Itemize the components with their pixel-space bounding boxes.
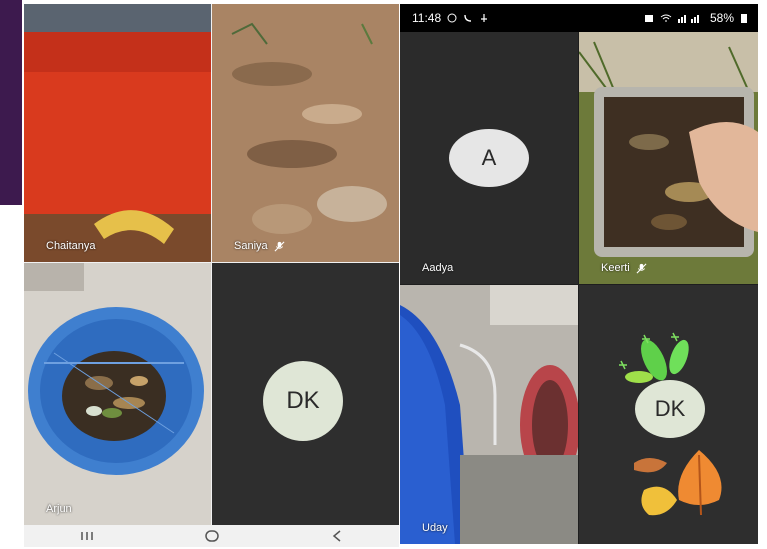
video-feed-blue-bucket — [24, 263, 211, 525]
avatar: A — [449, 129, 529, 187]
status-time: 11:48 — [412, 11, 442, 25]
recent-apps-button[interactable] — [67, 527, 107, 545]
android-nav-bar — [24, 525, 399, 547]
battery-percent: 58% — [709, 11, 734, 25]
back-button[interactable] — [317, 527, 357, 545]
signal-icon — [677, 15, 699, 23]
participant-name: Arjun — [46, 503, 72, 515]
video-call-screen-left: Chaitanya Saniya Arjun DK — [24, 4, 399, 547]
slide-accent-bar — [0, 0, 22, 205]
participant-tile-dk[interactable]: DK — [579, 285, 758, 544]
video-feed-red-bucket — [24, 4, 211, 262]
participant-name: Keerti — [601, 262, 647, 274]
participant-tile-saniya[interactable]: Saniya — [212, 4, 399, 262]
participant-name: Uday — [422, 522, 448, 534]
wifi-icon — [660, 14, 672, 22]
participant-name: Saniya — [234, 240, 285, 252]
video-feed-compost-tray — [579, 32, 758, 284]
autumn-leaf-sticker-icon — [634, 450, 722, 516]
avatar: DK — [635, 380, 705, 438]
home-button[interactable] — [192, 527, 232, 545]
video-call-screen-right: 11:48 58% A Aadya Keerti Uday DK — [400, 4, 758, 544]
battery-icon — [741, 13, 747, 23]
mic-muted-icon — [636, 263, 647, 273]
recent-apps-icon — [80, 532, 93, 540]
participant-tile-arjun[interactable]: Arjun — [24, 263, 211, 525]
participant-name: Aadya — [422, 262, 454, 274]
participant-name: Chaitanya — [46, 240, 96, 252]
participant-tile-keerti[interactable]: Keerti — [579, 32, 758, 284]
phone-icon — [464, 14, 472, 22]
participant-tile-dk[interactable]: DK — [212, 263, 399, 525]
avatar: DK — [263, 361, 343, 441]
video-feed-blue-drum — [400, 285, 578, 544]
mic-muted-icon — [274, 241, 285, 251]
leaf-sticker-icon — [619, 332, 689, 383]
participant-tile-uday[interactable]: Uday — [400, 285, 578, 544]
participant-tile-chaitanya[interactable]: Chaitanya — [24, 4, 211, 262]
home-icon — [204, 530, 219, 542]
alarm-icon — [644, 15, 653, 22]
whatsapp-icon — [447, 13, 457, 23]
notification-icon — [481, 14, 488, 22]
participant-tile-aadya[interactable]: A Aadya — [400, 32, 578, 284]
status-bar: 11:48 58% — [400, 4, 758, 32]
back-icon — [332, 530, 340, 542]
video-feed-soil — [212, 4, 399, 262]
